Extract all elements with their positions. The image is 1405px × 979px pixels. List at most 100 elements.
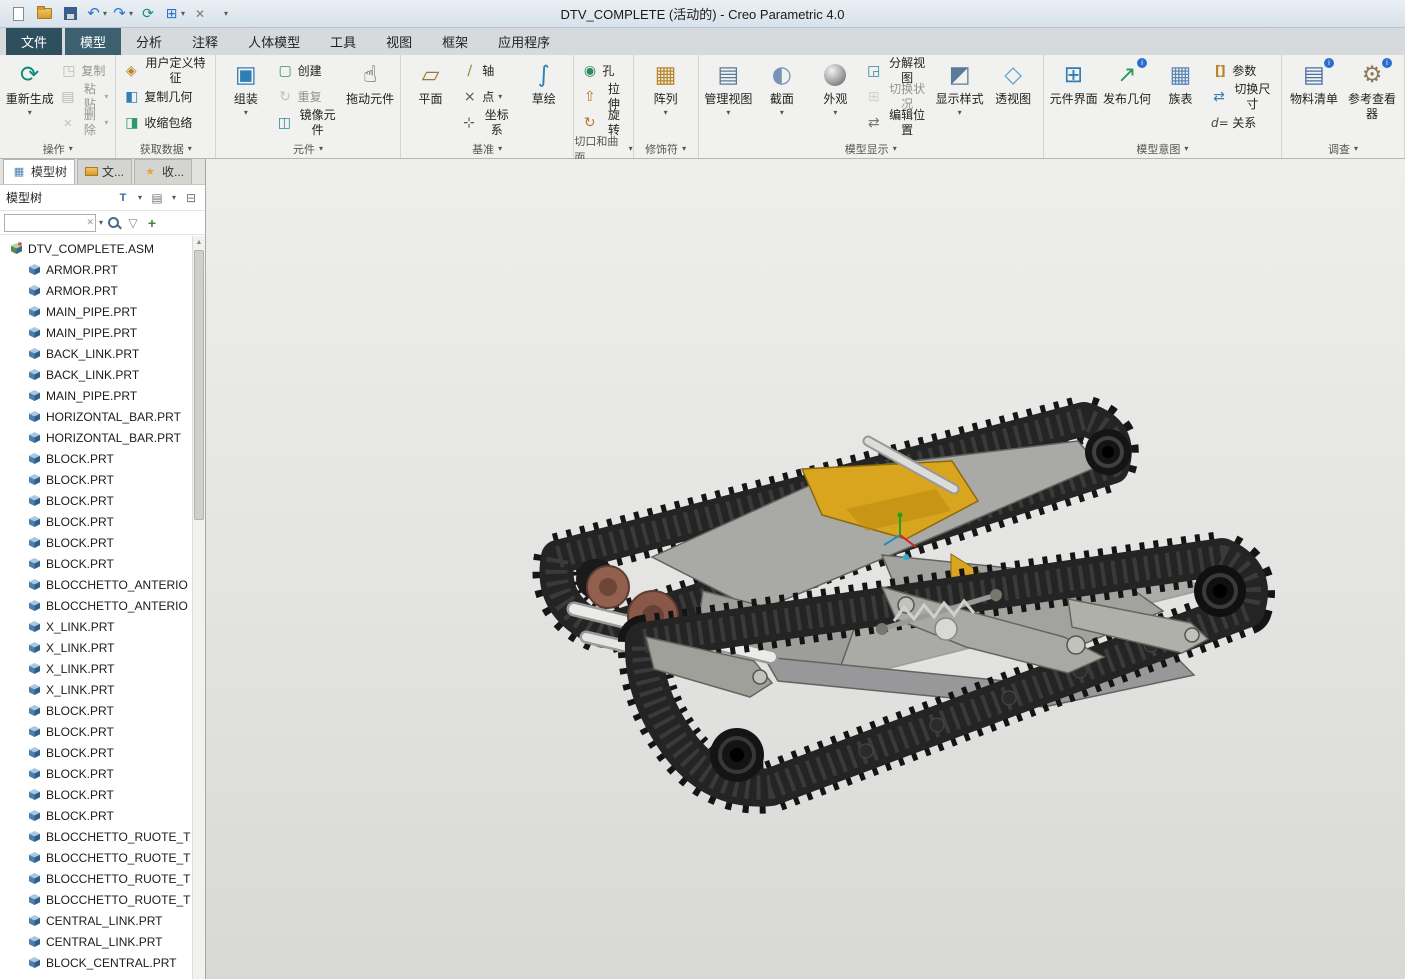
hole-button[interactable]: 孔	[578, 58, 628, 84]
close-window-button[interactable]	[188, 3, 212, 25]
tab-folder-browser[interactable]: 文...	[77, 159, 133, 184]
tree-item[interactable]: BLOCK.PRT	[0, 805, 205, 826]
group-footer-component[interactable]: 元件	[216, 140, 400, 158]
group-footer-cut-surface[interactable]: 切口和曲面	[574, 136, 632, 164]
tree-item[interactable]: BACK_LINK.PRT	[0, 343, 205, 364]
assemble-button[interactable]: 组装	[220, 58, 271, 119]
redo-button[interactable]	[110, 3, 134, 25]
sketch-button[interactable]: 草绘	[518, 58, 569, 109]
publish-geometry-button[interactable]: 发布几何	[1101, 58, 1152, 109]
switch-state-button[interactable]: 切换状况	[863, 82, 932, 111]
tree-item[interactable]: BLOCCHETTO_ANTERIO	[0, 595, 205, 616]
tab-model-tree[interactable]: 模型树	[3, 159, 76, 184]
component-interface-button[interactable]: 元件界面	[1048, 58, 1099, 109]
tree-item[interactable]: BLOCK.PRT	[0, 763, 205, 784]
tab-favorites[interactable]: 收...	[134, 159, 193, 184]
tree-item[interactable]: BLOCK.PRT	[0, 742, 205, 763]
switch-dimensions-button[interactable]: 切换尺寸	[1208, 82, 1277, 111]
tree-item[interactable]: BACK_LINK.PRT	[0, 364, 205, 385]
manage-views-button[interactable]: 管理视图	[703, 58, 755, 119]
tree-item[interactable]: BLOCK.PRT	[0, 700, 205, 721]
tree-item[interactable]: HORIZONTAL_BAR.PRT	[0, 427, 205, 448]
tab-analysis[interactable]: 分析	[121, 28, 177, 55]
tree-root-item[interactable]: DTV_COMPLETE.ASM	[0, 238, 205, 259]
group-footer-get-data[interactable]: 获取数据	[116, 140, 215, 158]
regenerate-quick-button[interactable]	[136, 3, 160, 25]
tree-filter-button[interactable]	[115, 190, 131, 206]
tree-item[interactable]: ARMOR.PRT	[0, 259, 205, 280]
undo-button[interactable]	[84, 3, 108, 25]
repeat-button[interactable]: 重复	[274, 84, 343, 110]
datum-plane-button[interactable]: 平面	[405, 58, 456, 109]
tree-item[interactable]: CENTRAL_LINK.PRT	[0, 910, 205, 931]
perspective-button[interactable]: 透视图	[987, 58, 1039, 109]
tab-view[interactable]: 视图	[371, 28, 427, 55]
tree-item[interactable]: BLOCK.PRT	[0, 469, 205, 490]
family-table-button[interactable]: 族表	[1155, 58, 1206, 109]
group-footer-datum[interactable]: 基准	[401, 140, 574, 158]
tab-framework[interactable]: 框架	[427, 28, 483, 55]
tree-item[interactable]: BLOCK.PRT	[0, 553, 205, 574]
create-component-button[interactable]: 创建	[274, 58, 343, 84]
tree-item[interactable]: ARMOR.PRT	[0, 280, 205, 301]
tree-item[interactable]: X_LINK.PRT	[0, 679, 205, 700]
tree-item[interactable]: X_LINK.PRT	[0, 616, 205, 637]
tree-item[interactable]: BLOCK.PRT	[0, 532, 205, 553]
regenerate-button[interactable]: 重新生成	[4, 58, 55, 119]
tree-item[interactable]: HORIZONTAL_BAR.PRT	[0, 406, 205, 427]
section-button[interactable]: 截面	[756, 58, 808, 119]
delete-button[interactable]: 删除	[57, 108, 111, 137]
exploded-view-button[interactable]: 分解视图	[863, 56, 932, 85]
bom-button[interactable]: 物料清单	[1286, 58, 1342, 109]
drag-components-button[interactable]: 拖动元件	[344, 58, 395, 109]
tree-item[interactable]: BLOCCHETTO_RUOTE_T	[0, 847, 205, 868]
tab-model[interactable]: 模型	[65, 28, 122, 55]
copy-button[interactable]: 复制	[57, 58, 111, 84]
add-filter-button[interactable]	[144, 215, 160, 231]
group-footer-modifiers[interactable]: 修饰符	[634, 140, 698, 158]
datum-axis-button[interactable]: 轴	[458, 58, 516, 84]
clear-search-icon[interactable]	[86, 217, 94, 228]
tree-item[interactable]: CENTRAL_LINK.PRT	[0, 931, 205, 952]
scroll-up-icon[interactable]: ▲	[193, 236, 205, 248]
datum-csys-button[interactable]: 坐标系	[458, 108, 516, 137]
relations-button[interactable]: 关系	[1208, 110, 1277, 136]
parameters-button[interactable]: 参数	[1208, 58, 1277, 84]
find-button[interactable]	[106, 215, 122, 231]
tree-settings-button[interactable]	[183, 190, 199, 206]
tree-item[interactable]: X_LINK.PRT	[0, 637, 205, 658]
tab-file[interactable]: 文件	[6, 28, 63, 55]
new-file-button[interactable]	[6, 3, 30, 25]
group-footer-model-display[interactable]: 模型显示	[699, 140, 1043, 158]
tree-scrollbar-thumb[interactable]	[194, 250, 204, 520]
display-style-button[interactable]: 显示样式	[934, 58, 986, 119]
group-footer-operations[interactable]: 操作	[0, 140, 115, 158]
reference-viewer-button[interactable]: 参考查看器	[1344, 58, 1400, 124]
tree-item[interactable]: BLOCK_CENTRAL.PRT	[0, 952, 205, 973]
tree-item[interactable]: X_LINK.PRT	[0, 658, 205, 679]
tree-item[interactable]: BLOCK.PRT	[0, 490, 205, 511]
copy-geometry-button[interactable]: 复制几何	[120, 84, 211, 110]
3d-viewport[interactable]	[206, 159, 1405, 979]
windows-button[interactable]	[162, 3, 186, 25]
tree-item[interactable]: BLOCK.PRT	[0, 784, 205, 805]
tree-item[interactable]: MAIN_PIPE.PRT	[0, 322, 205, 343]
shrinkwrap-button[interactable]: 收缩包络	[120, 110, 211, 136]
paste-button[interactable]: 粘贴	[57, 82, 111, 111]
tree-item[interactable]: BLOCK.PRT	[0, 511, 205, 532]
3d-model-canvas[interactable]	[206, 159, 1405, 979]
tab-manikin[interactable]: 人体模型	[233, 28, 315, 55]
tree-item[interactable]: BLOCCHETTO_RUOTE_T	[0, 889, 205, 910]
tree-item[interactable]: MAIN_PIPE.PRT	[0, 385, 205, 406]
tree-item[interactable]: BLOCK.PRT	[0, 448, 205, 469]
tree-search-input[interactable]	[4, 213, 96, 232]
open-button[interactable]	[32, 3, 56, 25]
tree-item[interactable]: BLOCK.PRT	[0, 721, 205, 742]
tree-list-view-button[interactable]	[149, 190, 165, 206]
mirror-component-button[interactable]: 镜像元件	[274, 108, 343, 137]
tab-tools[interactable]: 工具	[315, 28, 371, 55]
tab-applications[interactable]: 应用程序	[483, 28, 565, 55]
tab-annotate[interactable]: 注释	[177, 28, 233, 55]
extrude-button[interactable]: 拉伸	[578, 82, 628, 111]
save-button[interactable]	[58, 3, 82, 25]
